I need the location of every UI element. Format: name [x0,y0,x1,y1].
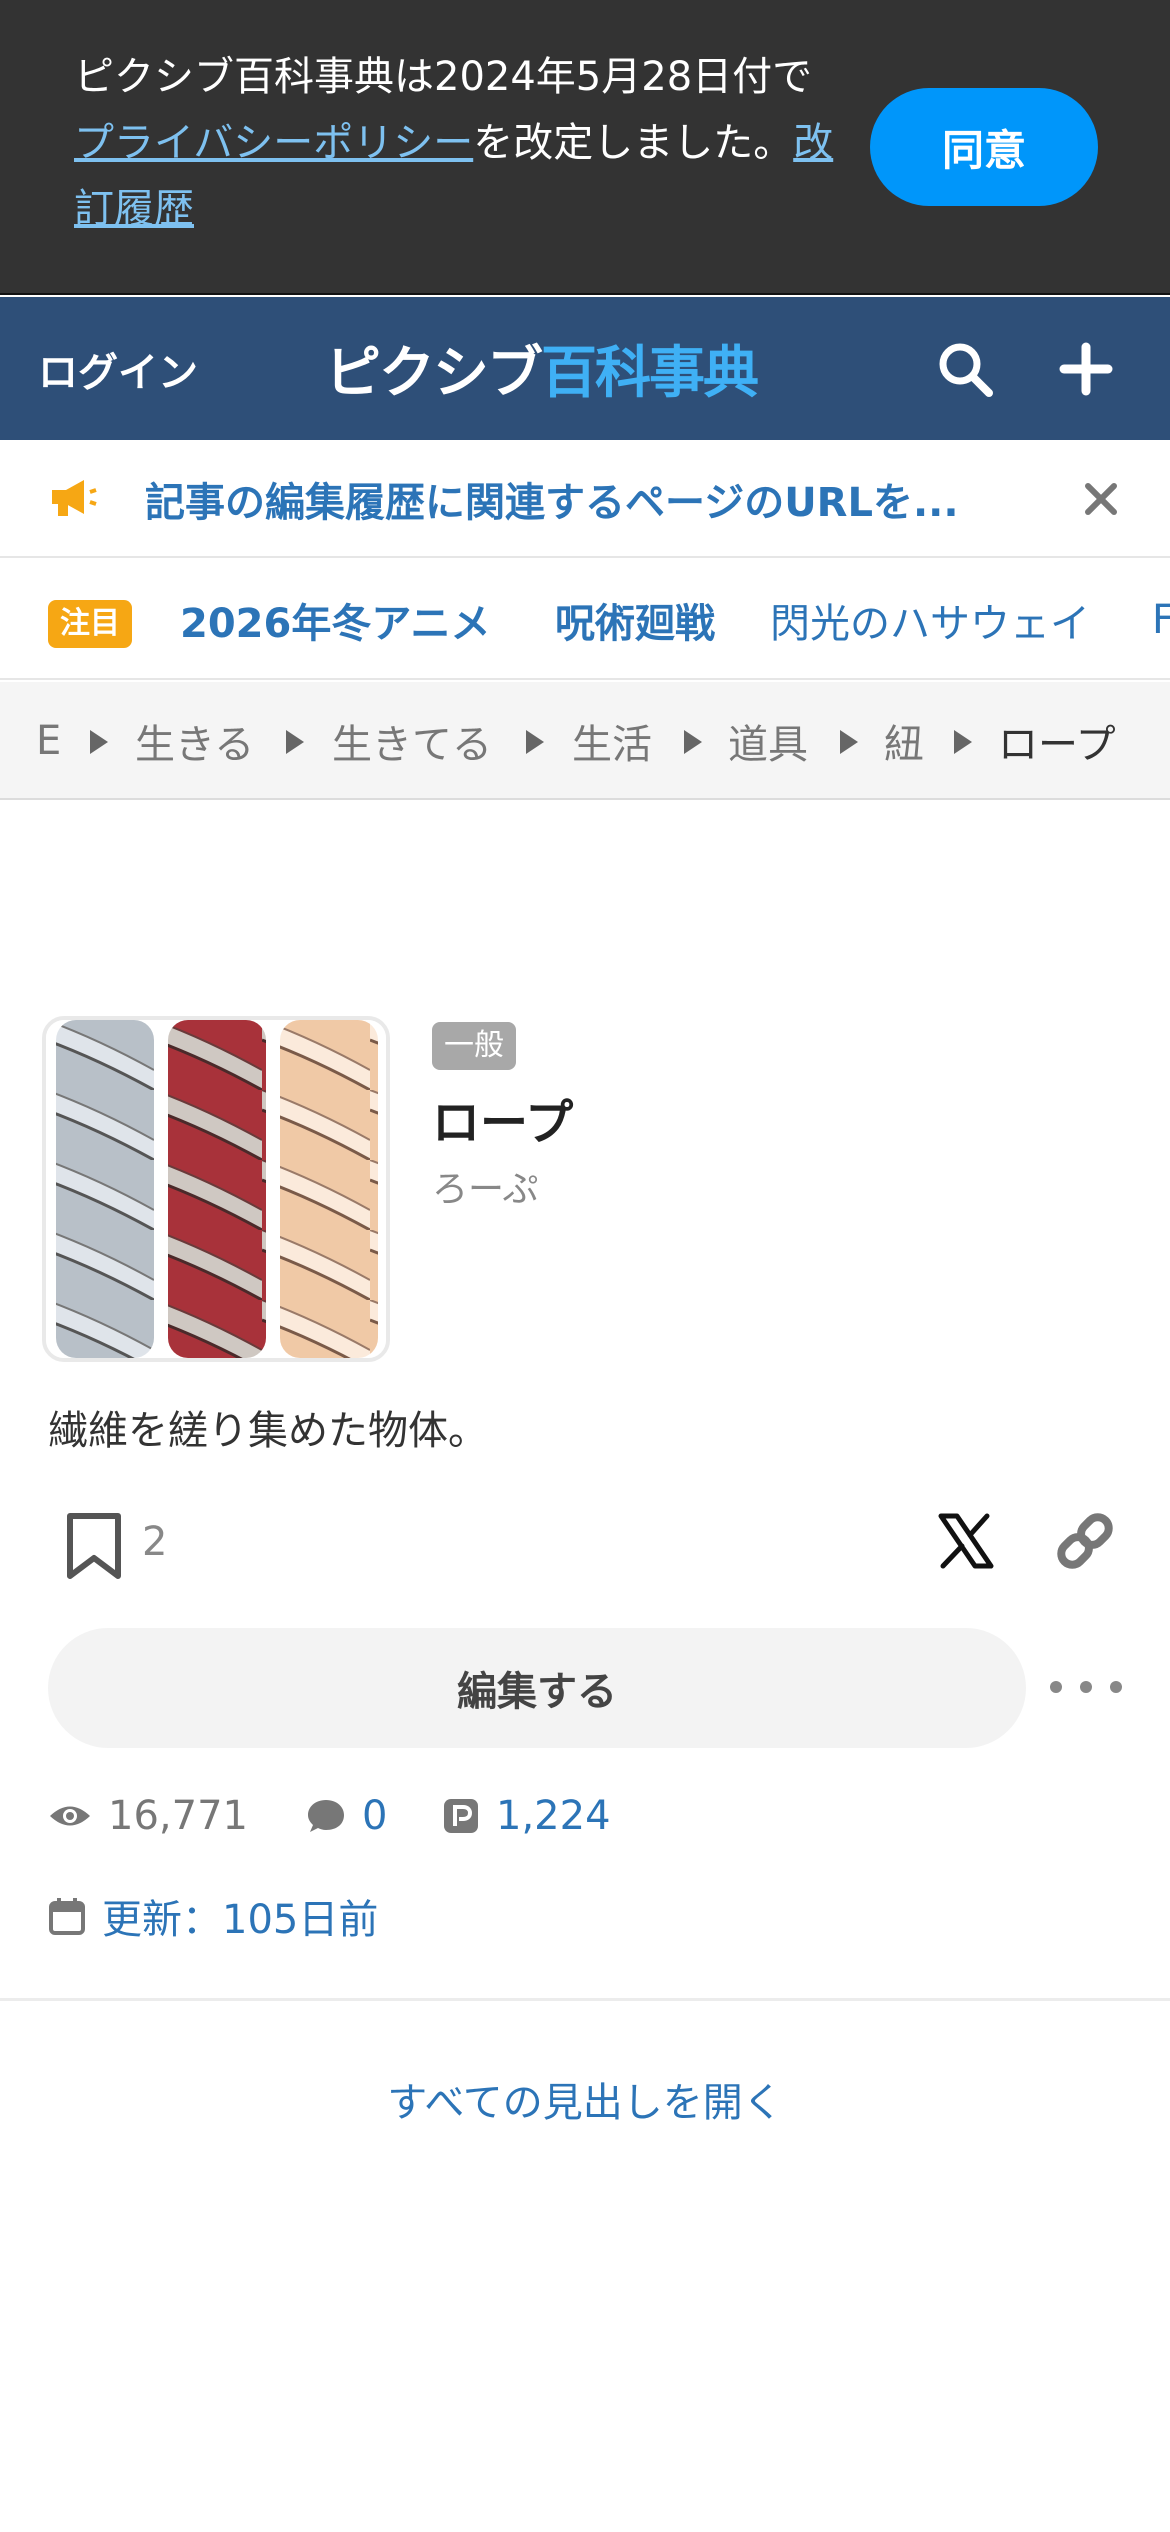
eye-icon [50,1806,90,1826]
privacy-banner-text: ピクシブ百科事典は2024年5月28日付でプライバシーポリシーを改定しました。改… [74,44,834,242]
more-options-icon[interactable] [1050,1660,1122,1714]
trending-badge: 注目 [48,600,132,648]
x-share-icon[interactable] [935,1510,997,1572]
pixiv-points[interactable]: 1,224 [442,1786,611,1846]
pixiv-points-value: 1,224 [496,1793,611,1839]
close-icon[interactable] [1078,476,1124,522]
login-link[interactable]: ログイン [38,297,198,440]
breadcrumb-item[interactable]: 生活 [572,682,652,798]
article-stats: 16,771 0 1,224 [48,1786,1048,1846]
section-divider [0,1998,1170,2001]
trending-item[interactable]: 閃光のハサウェイ [770,560,1090,678]
privacy-banner: ピクシブ百科事典は2024年5月28日付でプライバシーポリシーを改定しました。改… [0,0,1170,295]
article-title: ロープ [432,1095,574,1151]
bookmark-count: 2 [142,1519,168,1565]
comment-icon [308,1800,344,1832]
calendar-icon [49,1898,85,1935]
article-description: 繊維を縒り集めた物体。 [48,1408,488,1454]
trending-item[interactable]: F [1152,560,1170,678]
breadcrumb: E 生きる 生きてる 生活 道具 紐 ロープ [0,682,1170,800]
trending-item[interactable]: 2026年冬アニメ [180,560,491,678]
breadcrumb-arrow-icon [840,730,858,754]
pixiv-p-icon [444,1799,478,1833]
breadcrumb-arrow-icon [684,730,702,754]
trending-item[interactable]: 呪術廻戦 [555,560,715,678]
article-thumbnail[interactable] [42,1016,390,1362]
site-header: ログイン ピクシブ 百科事典 [0,297,1170,440]
last-updated[interactable]: 更新：105日前 [48,1886,378,1946]
copy-link-icon[interactable] [1052,1508,1118,1574]
category-badge: 一般 [432,1022,516,1070]
breadcrumb-arrow-icon [526,730,544,754]
breadcrumb-arrow-icon [954,730,972,754]
privacy-text-after: を改定しました。 [473,120,794,166]
breadcrumb-arrow-icon [90,730,108,754]
notice-bar[interactable]: 記事の編集履歴に関連するページのURLを... [0,440,1170,558]
megaphone-icon [44,470,100,526]
breadcrumb-item[interactable]: 道具 [728,682,808,798]
privacy-policy-link[interactable]: プライバシーポリシー [74,120,473,166]
breadcrumb-item[interactable]: 生きてる [332,682,492,798]
breadcrumb-item[interactable]: 紐 [884,682,924,798]
plus-icon[interactable] [1050,333,1122,405]
view-count: 16,771 [48,1786,248,1846]
logo-text-encyclopedia: 百科事典 [541,341,759,406]
breadcrumb-arrow-icon [286,730,304,754]
logo-text-pixiv: ピクシブ [325,341,543,406]
comment-count[interactable]: 0 [306,1786,387,1846]
edit-button[interactable]: 編集する [48,1628,1026,1748]
breadcrumb-item[interactable]: 生きる [135,682,254,798]
site-logo[interactable]: ピクシブ 百科事典 [325,297,759,440]
breadcrumb-current: ロープ [998,722,1116,768]
trending-bar: 注目 2026年冬アニメ 呪術廻戦 閃光のハサウェイ F [0,560,1170,680]
article-reading: ろーぷ [432,1169,539,1210]
comment-count-value: 0 [362,1793,388,1839]
breadcrumb-item[interactable]: E [36,682,61,798]
expand-all-headings-link[interactable]: すべての見出しを開く [0,2070,1170,2128]
search-icon[interactable] [929,333,1001,405]
notice-text[interactable]: 記事の編集履歴に関連するページのURLを... [145,440,1015,558]
privacy-text-before: ピクシブ百科事典は2024年5月28日付で [74,54,813,100]
view-count-value: 16,771 [108,1793,248,1839]
last-updated-text: 更新：105日前 [102,1897,379,1943]
agree-button[interactable]: 同意 [870,88,1098,206]
bookmark-icon[interactable] [62,1510,132,1582]
